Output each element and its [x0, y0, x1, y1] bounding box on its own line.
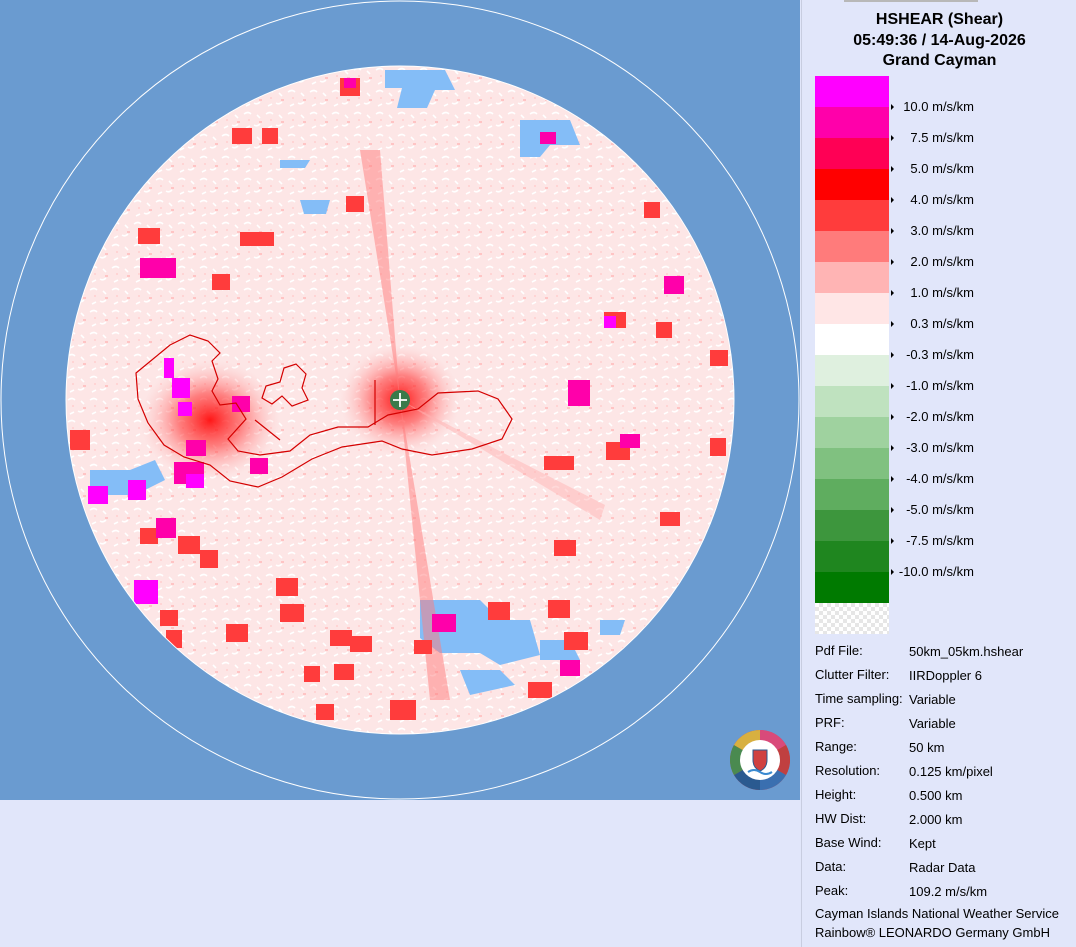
legend-swatch	[815, 541, 889, 572]
info-key: HW Dist:	[815, 811, 867, 826]
legend-tick	[891, 197, 894, 203]
legend-tick	[891, 259, 894, 265]
legend-label: 4.0 m/s/km	[910, 192, 974, 207]
legend-tick	[891, 476, 894, 482]
legend-label: -3.0 m/s/km	[906, 440, 974, 455]
info-key: Data:	[815, 859, 847, 874]
info-key: Resolution:	[815, 763, 881, 778]
legend-swatch	[815, 572, 889, 603]
info-value: 50km_05km.hshear	[909, 644, 1024, 659]
legend-tick	[891, 445, 894, 451]
info-value: Variable	[909, 716, 956, 731]
legend-swatch	[815, 324, 889, 355]
legend-label: -4.0 m/s/km	[906, 471, 974, 486]
legend-label: 2.0 m/s/km	[910, 254, 974, 269]
radar-site-icon[interactable]	[390, 390, 410, 410]
legend-swatch	[815, 386, 889, 417]
legend-swatch	[815, 169, 889, 200]
legend-label: 0.3 m/s/km	[910, 316, 974, 331]
radar-map[interactable]	[0, 0, 800, 800]
legend-tick	[891, 507, 894, 513]
info-key: Time sampling:	[815, 691, 903, 706]
weather-service-logo	[729, 730, 791, 790]
legend-tick	[891, 166, 894, 172]
legend-swatch	[815, 76, 889, 107]
legend-swatch	[815, 138, 889, 169]
info-key: Height:	[815, 787, 857, 802]
legend-label: -7.5 m/s/km	[906, 533, 974, 548]
info-value: IIRDoppler 6	[909, 668, 982, 683]
legend-tick	[891, 135, 894, 141]
info-key: Range:	[815, 739, 857, 754]
legend-label: -0.3 m/s/km	[906, 347, 974, 362]
legend-panel: HSHEAR (Shear) 05:49:36 / 14-Aug-2026 Gr…	[801, 0, 1076, 947]
info-key: Clutter Filter:	[815, 667, 890, 682]
info-key: PRF:	[815, 715, 845, 730]
legend-tick	[891, 414, 894, 420]
legend-tick	[891, 290, 894, 296]
legend-swatch	[815, 355, 889, 386]
legend-label: 3.0 m/s/km	[910, 223, 974, 238]
legend-swatch	[815, 231, 889, 262]
legend-label: 1.0 m/s/km	[910, 285, 974, 300]
legend-label: -5.0 m/s/km	[906, 502, 974, 517]
info-value: Radar Data	[909, 860, 976, 875]
credit-nws: Cayman Islands National Weather Service	[815, 906, 1059, 921]
legend-label: 5.0 m/s/km	[910, 161, 974, 176]
info-value: 0.500 km	[909, 788, 963, 803]
legend-label: -2.0 m/s/km	[906, 409, 974, 424]
radar-image	[0, 0, 800, 800]
legend-tick	[891, 228, 894, 234]
info-value: Variable	[909, 692, 956, 707]
legend-label: 10.0 m/s/km	[903, 99, 974, 114]
legend-swatch	[815, 293, 889, 324]
legend-tick	[891, 569, 894, 575]
info-value: 2.000 km	[909, 812, 963, 827]
no-data-swatch	[815, 603, 889, 634]
info-key: Base Wind:	[815, 835, 882, 850]
info-key: Pdf File:	[815, 643, 863, 658]
product-title: HSHEAR (Shear)	[875, 11, 1004, 28]
info-value: 50 km	[909, 740, 945, 755]
legend-label: -10.0 m/s/km	[898, 564, 974, 579]
info-value: 0.125 km/pixel	[909, 764, 993, 779]
legend-tick	[891, 104, 894, 110]
legend-swatch	[815, 479, 889, 510]
legend-swatch	[815, 417, 889, 448]
info-value: 109.2 m/s/km	[909, 884, 988, 899]
legend-tick	[891, 538, 894, 544]
site-name: Grand Cayman	[882, 52, 997, 69]
credit-rainbow: Rainbow® LEONARDO Germany GmbH	[815, 925, 1050, 940]
legend-label: -1.0 m/s/km	[906, 378, 974, 393]
legend-swatch	[815, 107, 889, 138]
legend-tick	[891, 352, 894, 358]
legend-tick	[891, 383, 894, 389]
panel-tab	[844, 0, 978, 2]
legend-swatch	[815, 510, 889, 541]
legend-swatch	[815, 448, 889, 479]
legend-tick	[891, 321, 894, 327]
legend-swatch	[815, 262, 889, 293]
info-key: Peak:	[815, 883, 849, 898]
legend-swatch	[815, 200, 889, 231]
info-value: Kept	[909, 836, 936, 851]
legend-label: 7.5 m/s/km	[910, 130, 974, 145]
timestamp: 05:49:36 / 14-Aug-2026	[853, 32, 1026, 49]
